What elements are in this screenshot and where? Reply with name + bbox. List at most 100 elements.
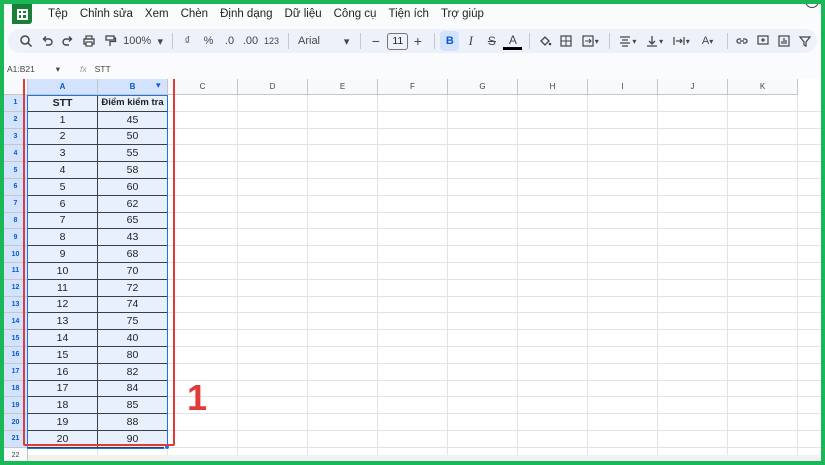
strikethrough-button[interactable]: S	[482, 31, 501, 51]
menu-item[interactable]: Tiện ích	[382, 4, 434, 24]
row-header[interactable]: 22	[4, 447, 28, 461]
insert-comment-icon[interactable]	[754, 31, 773, 51]
data-cell[interactable]: 20	[28, 431, 98, 448]
data-cell[interactable]: 80	[98, 347, 168, 364]
column-header[interactable]: E	[308, 79, 378, 95]
column-header[interactable]: K	[728, 79, 798, 95]
text-wrapping-icon[interactable]: ▾	[668, 31, 693, 51]
data-cell[interactable]: 3	[28, 145, 98, 163]
row-header[interactable]: 8	[4, 212, 28, 230]
column-header[interactable]: F	[378, 79, 448, 95]
data-cell[interactable]: 62	[98, 195, 168, 213]
column-header[interactable]: J	[658, 79, 728, 95]
row-header[interactable]: 21	[4, 431, 28, 448]
data-cell[interactable]: 60	[98, 179, 168, 196]
data-cell[interactable]: 50	[98, 128, 168, 146]
header-cell[interactable]: Điểm kiểm tra	[98, 95, 168, 112]
row-header[interactable]: 19	[4, 397, 28, 415]
row-header[interactable]: 11	[4, 263, 28, 280]
menu-item[interactable]: Trợ giúp	[435, 4, 490, 24]
column-header[interactable]: G	[448, 79, 518, 95]
data-cell[interactable]: 55	[98, 145, 168, 163]
data-cell[interactable]: 70	[98, 263, 168, 280]
data-cell[interactable]: 14	[28, 330, 98, 347]
data-cell[interactable]: 75	[98, 313, 168, 331]
row-header[interactable]: 13	[4, 296, 28, 314]
data-cell[interactable]: 68	[98, 246, 168, 263]
row-header[interactable]: 1	[4, 95, 28, 112]
data-cell[interactable]: 10	[28, 263, 98, 280]
header-cell[interactable]: STT	[28, 95, 98, 112]
row-header[interactable]: 15	[4, 330, 28, 347]
data-cell[interactable]: 72	[98, 279, 168, 297]
merge-cells-icon[interactable]: ▾	[577, 31, 602, 51]
data-cell[interactable]: 19	[28, 414, 98, 431]
menu-item[interactable]: Xem	[139, 4, 175, 24]
vertical-align-icon[interactable]: ▾	[642, 31, 667, 51]
data-cell[interactable]: 88	[98, 414, 168, 431]
row-header[interactable]: 3	[4, 128, 28, 146]
column-header[interactable]: H	[518, 79, 588, 95]
row-header[interactable]: 16	[4, 347, 28, 364]
data-cell[interactable]: 11	[28, 279, 98, 297]
insert-link-icon[interactable]	[733, 31, 752, 51]
data-cell[interactable]: 5	[28, 179, 98, 196]
text-color-button[interactable]: A	[503, 32, 523, 50]
data-cell[interactable]: 9	[28, 246, 98, 263]
column-menu-chevron-icon[interactable]: ▾	[156, 80, 161, 91]
font-select[interactable]: Arial ▾	[294, 31, 353, 51]
column-header[interactable]: D	[238, 79, 308, 95]
row-header[interactable]: 20	[4, 414, 28, 431]
undo-icon[interactable]	[37, 31, 56, 51]
formula-input[interactable]: STT	[95, 64, 111, 74]
menu-item[interactable]: Dữ liệu	[279, 4, 328, 24]
italic-button[interactable]: I	[461, 31, 480, 51]
filter-icon[interactable]	[796, 31, 815, 51]
borders-icon[interactable]	[556, 31, 575, 51]
data-cell[interactable]: 12	[28, 296, 98, 314]
insert-chart-icon[interactable]	[775, 31, 794, 51]
row-header[interactable]: 12	[4, 279, 28, 297]
row-header[interactable]: 2	[4, 111, 28, 129]
data-cell[interactable]: 17	[28, 380, 98, 398]
data-cell[interactable]: 40	[98, 330, 168, 347]
fill-color-icon[interactable]	[535, 31, 554, 51]
data-cell[interactable]: 85	[98, 397, 168, 415]
horizontal-scrollbar[interactable]	[28, 455, 821, 461]
data-cell[interactable]: 15	[28, 347, 98, 364]
data-cell[interactable]: 84	[98, 380, 168, 398]
column-header[interactable]: A	[28, 79, 98, 95]
increase-font-size-button[interactable]: +	[408, 31, 427, 51]
horizontal-align-icon[interactable]: ▾	[615, 31, 640, 51]
data-cell[interactable]: 74	[98, 296, 168, 314]
currency-format-button[interactable]: ₫	[178, 31, 197, 51]
row-header[interactable]: 6	[4, 179, 28, 196]
print-icon[interactable]	[79, 31, 98, 51]
menu-item[interactable]: Tệp	[42, 4, 74, 24]
row-header[interactable]: 17	[4, 363, 28, 381]
decrease-decimal-button[interactable]: .0	[220, 31, 239, 51]
row-header[interactable]: 10	[4, 246, 28, 263]
data-cell[interactable]: 82	[98, 363, 168, 381]
data-cell[interactable]: 1	[28, 111, 98, 129]
data-cell[interactable]: 8	[28, 229, 98, 247]
search-menus-icon[interactable]	[16, 31, 35, 51]
menu-item[interactable]: Định dạng	[214, 4, 278, 24]
data-cell[interactable]: 65	[98, 212, 168, 230]
text-rotation-icon[interactable]: A ▾	[695, 31, 720, 51]
zoom-select[interactable]: 100% ▾	[121, 31, 165, 51]
select-all-corner[interactable]	[4, 79, 28, 95]
fill-handle[interactable]	[164, 443, 170, 450]
data-cell[interactable]: 7	[28, 212, 98, 230]
spreadsheet-grid[interactable]: A B C D E F G H I J K ▾ 1 2 3 4 5 6 7 8 9 10 11 12 13 14 15 16 17 18 1…	[4, 79, 821, 461]
data-cell[interactable]: 43	[98, 229, 168, 247]
data-cell[interactable]: 13	[28, 313, 98, 331]
data-cell[interactable]: 16	[28, 363, 98, 381]
data-cell[interactable]: 58	[98, 162, 168, 179]
increase-decimal-button[interactable]: .00	[241, 31, 260, 51]
redo-icon[interactable]	[58, 31, 77, 51]
row-header[interactable]: 7	[4, 195, 28, 213]
row-header[interactable]: 9	[4, 229, 28, 247]
data-cell[interactable]: 90	[98, 431, 168, 448]
decrease-font-size-button[interactable]: −	[366, 31, 385, 51]
